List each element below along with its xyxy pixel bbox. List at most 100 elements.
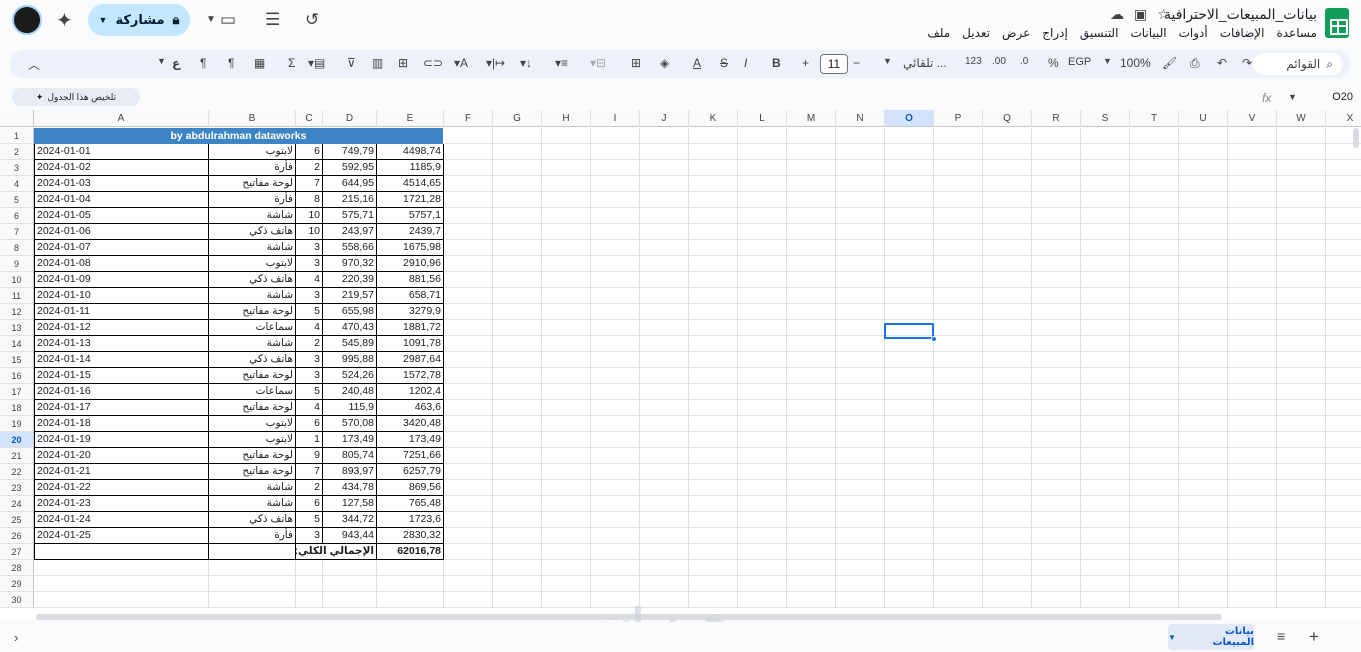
data-cell[interactable]: 1723,6	[377, 512, 444, 528]
empty-cell[interactable]	[1130, 176, 1179, 192]
gemini-sparkle-icon[interactable]: ✦	[56, 8, 73, 33]
empty-cell[interactable]	[1179, 416, 1228, 432]
empty-cell[interactable]	[1326, 496, 1361, 512]
empty-cell[interactable]	[1130, 240, 1179, 256]
empty-cell[interactable]	[836, 400, 885, 416]
empty-cell[interactable]	[836, 416, 885, 432]
empty-cell[interactable]	[1277, 304, 1326, 320]
data-cell[interactable]: 463,6	[377, 400, 444, 416]
empty-cell[interactable]	[787, 480, 836, 496]
data-cell[interactable]: 9	[296, 448, 323, 464]
strikethrough-icon[interactable]: S	[720, 56, 728, 70]
data-cell[interactable]: شاشة	[209, 288, 296, 304]
empty-cell[interactable]	[542, 224, 591, 240]
empty-cell[interactable]	[1179, 448, 1228, 464]
empty-cell[interactable]	[983, 176, 1032, 192]
data-cell[interactable]: 881,56	[377, 272, 444, 288]
empty-cell[interactable]	[983, 496, 1032, 512]
empty-cell[interactable]	[542, 400, 591, 416]
empty-cell[interactable]	[1228, 368, 1277, 384]
data-cell[interactable]: 2024-01-17	[34, 400, 209, 416]
data-cell[interactable]: 6	[296, 144, 323, 160]
empty-cell[interactable]	[1130, 272, 1179, 288]
empty-cell[interactable]	[1326, 464, 1361, 480]
data-cell[interactable]: 6	[296, 416, 323, 432]
row-header[interactable]: 5	[0, 192, 34, 208]
empty-cell[interactable]	[493, 336, 542, 352]
empty-cell[interactable]	[1228, 496, 1277, 512]
empty-cell[interactable]	[1081, 272, 1130, 288]
empty-cell[interactable]	[885, 448, 934, 464]
empty-cell[interactable]	[934, 512, 983, 528]
empty-cell[interactable]	[1179, 432, 1228, 448]
paint-format-icon[interactable]: 🖌︎	[1162, 56, 1177, 70]
empty-cell[interactable]	[1081, 320, 1130, 336]
empty-cell[interactable]	[1277, 432, 1326, 448]
empty-cell[interactable]	[1277, 128, 1326, 144]
empty-cell[interactable]	[640, 240, 689, 256]
empty-cell[interactable]	[885, 176, 934, 192]
empty-cell[interactable]	[1130, 288, 1179, 304]
empty-cell[interactable]	[1277, 352, 1326, 368]
empty-cell[interactable]	[885, 400, 934, 416]
row-header[interactable]: 23	[0, 480, 34, 496]
row-header[interactable]: 14	[0, 336, 34, 352]
empty-cell[interactable]	[689, 512, 738, 528]
empty-cell[interactable]	[640, 336, 689, 352]
empty-cell[interactable]	[1228, 528, 1277, 544]
data-cell[interactable]: 970,32	[323, 256, 377, 272]
menu-item[interactable]: ملف	[927, 26, 950, 40]
empty-cell[interactable]	[1130, 144, 1179, 160]
empty-cell[interactable]	[738, 480, 787, 496]
empty-cell[interactable]	[836, 496, 885, 512]
empty-cell[interactable]	[542, 176, 591, 192]
namebox-dropdown-icon[interactable]: ▼	[1288, 92, 1297, 102]
document-title[interactable]: بيانات_المبيعات_الاحترافية	[1164, 6, 1317, 23]
empty-cell[interactable]	[689, 544, 738, 560]
empty-cell[interactable]	[591, 288, 640, 304]
empty-cell[interactable]	[1326, 224, 1361, 240]
empty-cell[interactable]	[836, 512, 885, 528]
column-header[interactable]: U	[1179, 110, 1228, 127]
empty-cell[interactable]	[1228, 272, 1277, 288]
empty-cell[interactable]	[1228, 192, 1277, 208]
row-header[interactable]: 17	[0, 384, 34, 400]
italic-icon[interactable]: I	[744, 56, 747, 70]
empty-cell[interactable]	[444, 304, 493, 320]
empty-cell[interactable]	[1032, 336, 1081, 352]
empty-cell[interactable]	[836, 448, 885, 464]
empty-cell[interactable]	[493, 384, 542, 400]
empty-cell[interactable]	[542, 160, 591, 176]
empty-cell[interactable]	[836, 592, 885, 608]
empty-cell[interactable]	[787, 288, 836, 304]
data-cell[interactable]: 2024-01-24	[34, 512, 209, 528]
empty-cell[interactable]	[689, 176, 738, 192]
spreadsheet-grid[interactable]: ABCDEFGHIJKLMNOPQRSTUVWX 1 2 3 4 5 6 7 8 9 10 11 12…	[0, 110, 1361, 618]
empty-cell[interactable]	[444, 320, 493, 336]
empty-cell[interactable]	[444, 416, 493, 432]
data-cell[interactable]: 545,89	[323, 336, 377, 352]
data-cell[interactable]: 173,49	[323, 432, 377, 448]
borders-icon[interactable]: ⊞	[631, 56, 641, 70]
data-cell[interactable]: هاتف ذكي	[209, 512, 296, 528]
empty-cell[interactable]	[1228, 176, 1277, 192]
empty-cell[interactable]	[1032, 144, 1081, 160]
empty-cell[interactable]	[983, 288, 1032, 304]
empty-cell[interactable]	[787, 384, 836, 400]
empty-cell[interactable]	[1032, 560, 1081, 576]
empty-cell[interactable]	[983, 528, 1032, 544]
row-header[interactable]: 21	[0, 448, 34, 464]
row-header[interactable]: 12	[0, 304, 34, 320]
collapse-toolbar-icon[interactable]: ︿	[28, 56, 40, 73]
empty-cell[interactable]	[591, 512, 640, 528]
chart-icon[interactable]: ▥	[372, 56, 383, 70]
row-header[interactable]: 1	[0, 128, 34, 144]
column-header[interactable]: C	[296, 110, 323, 127]
data-cell[interactable]: 10	[296, 208, 323, 224]
column-header[interactable]: I	[591, 110, 640, 127]
empty-cell[interactable]	[1179, 208, 1228, 224]
empty-cell[interactable]	[787, 544, 836, 560]
data-cell[interactable]: 2024-01-15	[34, 368, 209, 384]
data-cell[interactable]: 4	[296, 400, 323, 416]
data-cell[interactable]: 2024-01-01	[34, 144, 209, 160]
